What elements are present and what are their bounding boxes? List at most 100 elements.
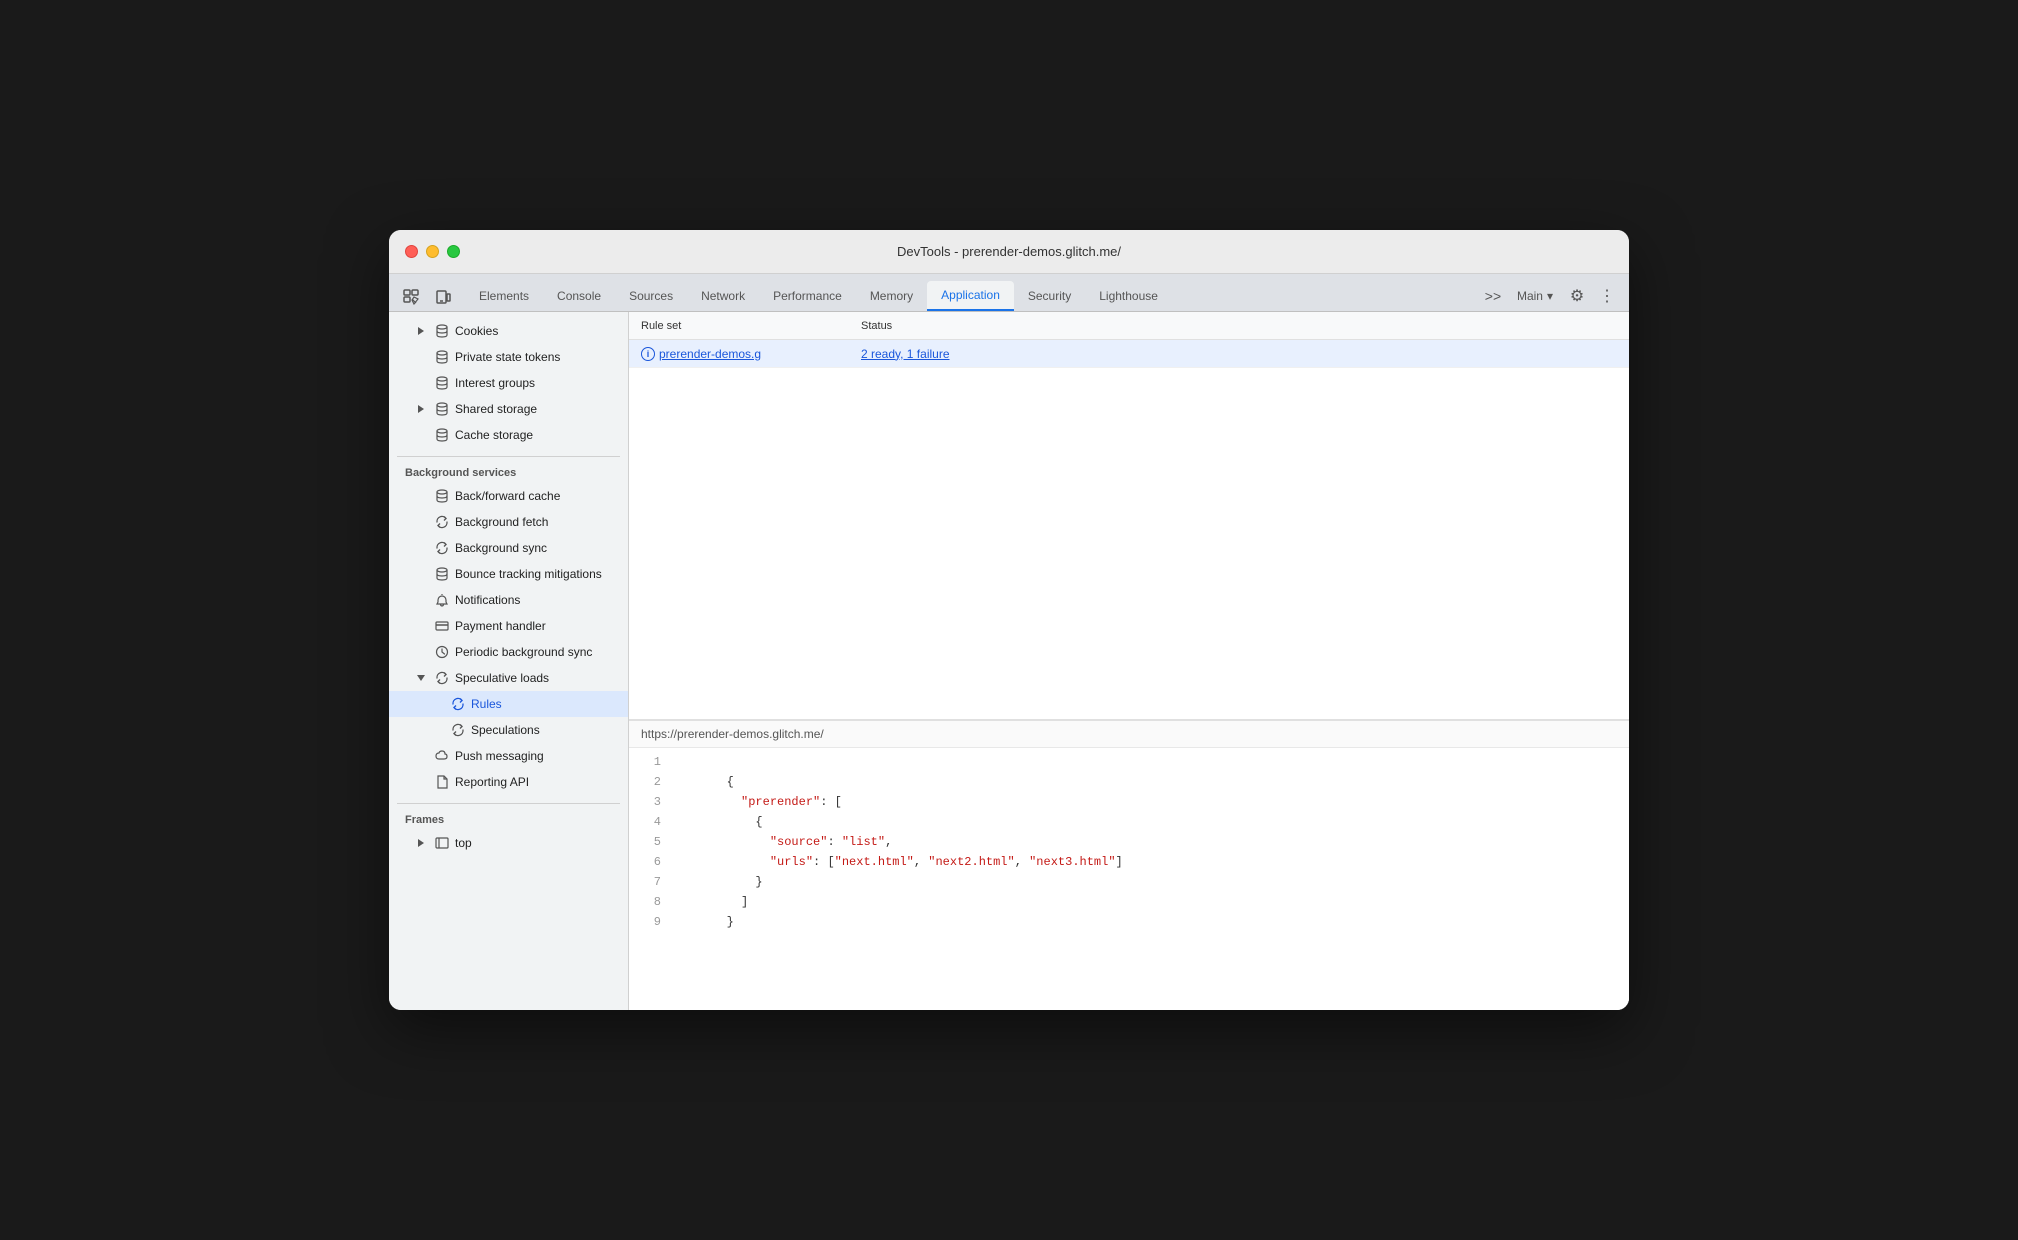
spacer-icon [413, 514, 429, 530]
status-cell: 2 ready, 1 failure [849, 347, 1629, 361]
inspect-icon[interactable] [397, 283, 425, 311]
tab-network[interactable]: Network [687, 281, 759, 311]
sidebar-item-speculative-loads[interactable]: Speculative loads [389, 665, 628, 691]
spacer-icon [429, 696, 445, 712]
spacer-icon [413, 488, 429, 504]
reporting-api-label: Reporting API [455, 775, 529, 789]
more-options-icon[interactable]: ⋮ [1593, 282, 1621, 310]
sidebar-item-back-forward-cache[interactable]: Back/forward cache [389, 483, 628, 509]
cloud-icon [435, 749, 449, 763]
background-fetch-label: Background fetch [455, 515, 548, 529]
frame-icon [435, 836, 449, 850]
divider [389, 448, 628, 456]
code-area: 12 {3 "prerender": [4 {5 "source": "list… [629, 748, 1629, 1010]
code-line: 5 "source": "list", [629, 832, 1629, 852]
speculations-label: Speculations [471, 723, 540, 737]
tab-memory[interactable]: Memory [856, 281, 927, 311]
minimize-button[interactable] [426, 245, 439, 258]
spacer-icon [413, 618, 429, 634]
line-content: "source": "list", [669, 832, 892, 852]
sidebar-item-shared-storage[interactable]: Shared storage [389, 396, 628, 422]
sidebar: Cookies Private state tokens Inter [389, 312, 629, 1010]
spacer-icon [413, 566, 429, 582]
line-number: 9 [629, 912, 669, 932]
spacer-icon [413, 349, 429, 365]
sidebar-item-reporting-api[interactable]: Reporting API [389, 769, 628, 795]
rules-label: Rules [471, 697, 502, 711]
tab-application[interactable]: Application [927, 281, 1014, 311]
tab-elements[interactable]: Elements [465, 281, 543, 311]
code-line: 9 } [629, 912, 1629, 932]
line-number: 6 [629, 852, 669, 872]
bell-icon [435, 593, 449, 607]
sidebar-item-bounce-tracking[interactable]: Bounce tracking mitigations [389, 561, 628, 587]
ruleset-header: Rule set [629, 320, 849, 332]
settings-icon[interactable]: ⚙ [1563, 282, 1591, 310]
code-line: 8 ] [629, 892, 1629, 912]
background-sync-label: Background sync [455, 541, 547, 555]
status-header: Status [849, 320, 1629, 332]
maximize-button[interactable] [447, 245, 460, 258]
sync-icon [435, 515, 449, 529]
tab-console[interactable]: Console [543, 281, 615, 311]
tab-lighthouse[interactable]: Lighthouse [1085, 281, 1172, 311]
main-dropdown[interactable]: Main ▾ [1509, 281, 1561, 311]
sidebar-item-top-frame[interactable]: top [389, 830, 628, 856]
line-content: "prerender": [ [669, 792, 842, 812]
close-button[interactable] [405, 245, 418, 258]
spacer-icon [413, 375, 429, 391]
line-number: 7 [629, 872, 669, 892]
private-state-tokens-label: Private state tokens [455, 350, 560, 364]
sidebar-item-speculations[interactable]: Speculations [389, 717, 628, 743]
clock-icon [435, 645, 449, 659]
db-icon [435, 489, 449, 503]
ruleset-link[interactable]: prerender-demos.g [659, 347, 761, 361]
ruleset-cell: i prerender-demos.g [629, 347, 849, 361]
top-frame-label: top [455, 836, 472, 850]
expand-icon [413, 323, 429, 339]
interest-groups-label: Interest groups [455, 376, 535, 390]
line-content: "urls": ["next.html", "next2.html", "nex… [669, 852, 1123, 872]
bottom-panel: https://prerender-demos.glitch.me/ 12 {3… [629, 720, 1629, 1010]
code-line: 2 { [629, 772, 1629, 792]
expand-icon [413, 670, 429, 686]
more-tabs-button[interactable]: >> [1479, 282, 1507, 310]
code-line: 1 [629, 752, 1629, 772]
sidebar-item-periodic-background-sync[interactable]: Periodic background sync [389, 639, 628, 665]
back-forward-cache-label: Back/forward cache [455, 489, 560, 503]
sidebar-item-cookies[interactable]: Cookies [389, 318, 628, 344]
table-header: Rule set Status [629, 312, 1629, 340]
background-services-header: Background services [389, 457, 628, 483]
device-toolbar-icon[interactable] [429, 283, 457, 311]
sidebar-item-rules[interactable]: Rules [389, 691, 628, 717]
main-content: Cookies Private state tokens Inter [389, 312, 1629, 1010]
sidebar-item-notifications[interactable]: Notifications [389, 587, 628, 613]
sidebar-item-background-sync[interactable]: Background sync [389, 535, 628, 561]
db-icon [435, 567, 449, 581]
sidebar-item-background-fetch[interactable]: Background fetch [389, 509, 628, 535]
sidebar-item-private-state-tokens[interactable]: Private state tokens [389, 344, 628, 370]
periodic-background-sync-label: Periodic background sync [455, 645, 592, 659]
devtools-window: DevTools - prerender-demos.glitch.me/ [389, 230, 1629, 1010]
sync-icon [435, 541, 449, 555]
sidebar-item-interest-groups[interactable]: Interest groups [389, 370, 628, 396]
status-link[interactable]: 2 ready, 1 failure [861, 347, 950, 361]
tab-sources[interactable]: Sources [615, 281, 687, 311]
tab-security[interactable]: Security [1014, 281, 1085, 311]
right-panel: Rule set Status i prerender-demos.g 2 re… [629, 312, 1629, 1010]
spacer-icon [413, 540, 429, 556]
info-icon: i [641, 347, 655, 361]
code-line: 6 "urls": ["next.html", "next2.html", "n… [629, 852, 1629, 872]
sidebar-item-cache-storage[interactable]: Cache storage [389, 422, 628, 448]
table-row[interactable]: i prerender-demos.g 2 ready, 1 failure [629, 340, 1629, 368]
sync-icon [435, 671, 449, 685]
divider2 [389, 795, 628, 803]
push-messaging-label: Push messaging [455, 749, 544, 763]
tab-right-controls: >> Main ▾ ⚙ ⋮ [1479, 281, 1621, 311]
sidebar-item-payment-handler[interactable]: Payment handler [389, 613, 628, 639]
devtools-icons [397, 283, 457, 311]
line-number: 8 [629, 892, 669, 912]
tab-performance[interactable]: Performance [759, 281, 856, 311]
title-bar: DevTools - prerender-demos.glitch.me/ [389, 230, 1629, 274]
sidebar-item-push-messaging[interactable]: Push messaging [389, 743, 628, 769]
